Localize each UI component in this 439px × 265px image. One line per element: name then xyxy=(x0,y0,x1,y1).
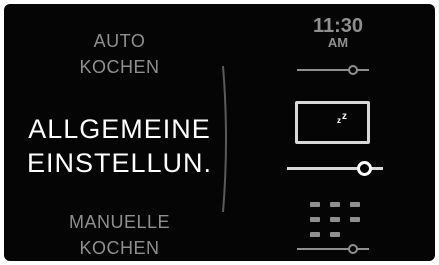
device-screen: AUTO KOCHEN ALLGEMEINE EINSTELLUN. MANUE… xyxy=(4,4,435,261)
clock-time: 11:30 xyxy=(312,15,364,37)
sleep-mode-button[interactable]: z z xyxy=(295,101,370,144)
curved-divider xyxy=(222,66,227,212)
menu-item-manual-line2: KOCHEN xyxy=(79,238,160,258)
menu-item-general-settings[interactable]: ALLGEMEINE EINSTELLUN. xyxy=(22,112,217,180)
menu-item-general-line2: EINSTELLUN. xyxy=(26,148,213,178)
menu-item-auto-line1: AUTO xyxy=(93,31,146,51)
menu-item-auto-cooking[interactable]: AUTO KOCHEN xyxy=(22,28,217,80)
svg-text:z: z xyxy=(337,116,341,125)
menu-item-manual-cooking[interactable]: MANUELLE KOCHEN xyxy=(22,209,217,261)
svg-text:z: z xyxy=(342,111,347,122)
clock-display[interactable]: 11:30 AM xyxy=(304,16,372,49)
menu-item-auto-line2: KOCHEN xyxy=(79,57,160,77)
menu-item-manual-line1: MANUELLE xyxy=(68,212,171,232)
moon-sleep-icon: z z xyxy=(320,111,347,134)
clock-ampm: AM xyxy=(327,35,349,50)
keypad-grid-icon[interactable] xyxy=(308,201,364,241)
menu-item-general-line1: ALLGEMEINE xyxy=(28,114,211,144)
